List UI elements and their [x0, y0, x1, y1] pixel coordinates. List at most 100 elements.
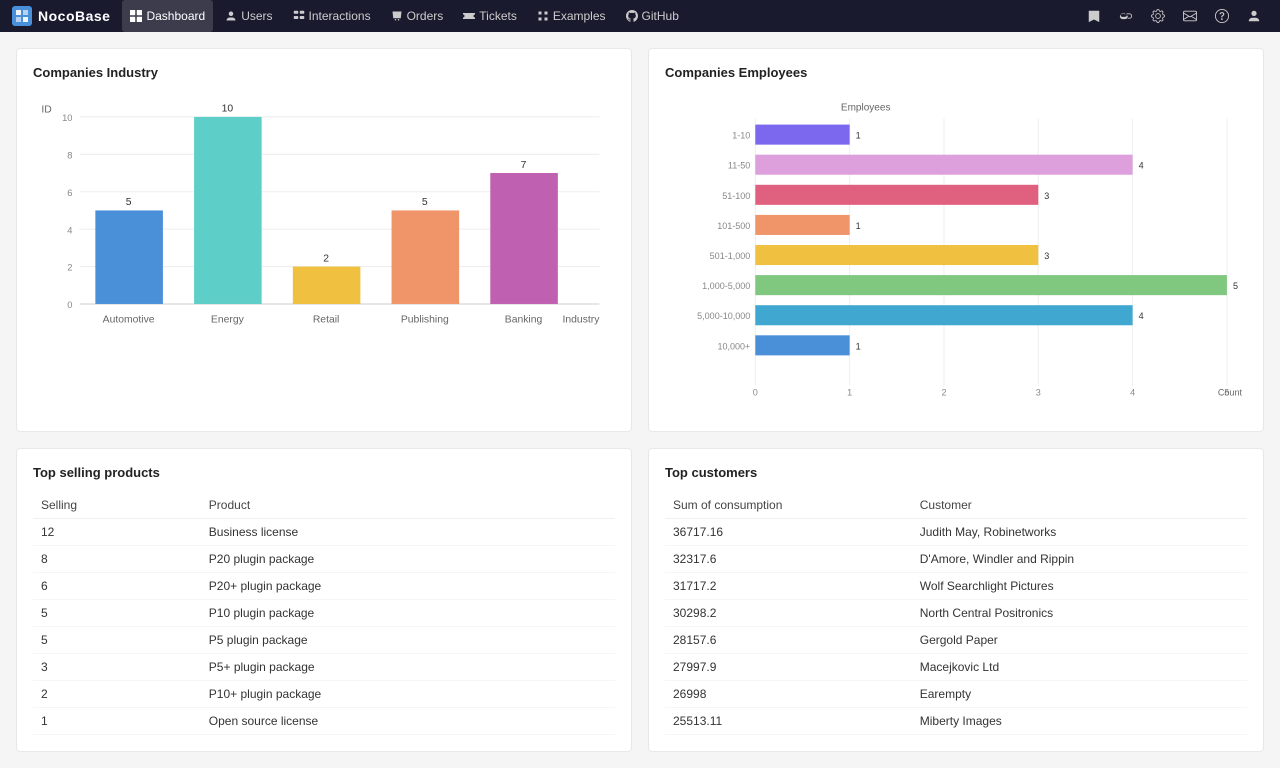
product-name: P5+ plugin package — [201, 654, 615, 681]
svg-text:4: 4 — [1130, 388, 1135, 398]
customer-name: Miberty Images — [912, 708, 1247, 735]
col-product-header: Product — [201, 492, 615, 519]
nav-github[interactable]: GitHub — [618, 0, 687, 32]
orders-icon — [391, 10, 403, 22]
svg-text:1: 1 — [856, 221, 861, 231]
nav-interactions-label: Interactions — [309, 9, 371, 23]
logo[interactable]: NocoBase — [12, 6, 110, 26]
table-row: 3 P5+ plugin package — [33, 654, 615, 681]
industry-bar-chart: ID 10 8 6 4 2 0 5 Automotive — [33, 92, 615, 412]
table-row: 6 P20+ plugin package — [33, 573, 615, 600]
navbar: NocoBase Dashboard Users Interactions Or… — [0, 0, 1280, 32]
svg-text:5,000-10,000: 5,000-10,000 — [697, 311, 750, 321]
table-row: 12 Business license — [33, 519, 615, 546]
svg-text:Employees: Employees — [841, 103, 891, 114]
table-row: 28157.6 Gergold Paper — [665, 627, 1247, 654]
table-row: 31717.2 Wolf Searchlight Pictures — [665, 573, 1247, 600]
logo-icon — [12, 6, 32, 26]
svg-text:6: 6 — [67, 188, 72, 198]
bar-5000-10000 — [755, 305, 1132, 325]
customer-name: North Central Positronics — [912, 600, 1247, 627]
table-row: 26998 Earempty — [665, 681, 1247, 708]
logo-text: NocoBase — [38, 8, 110, 24]
product-name: P5 plugin package — [201, 627, 615, 654]
bar-banking — [490, 173, 558, 304]
nav-dashboard[interactable]: Dashboard — [122, 0, 213, 32]
help-icon-btn[interactable] — [1208, 2, 1236, 30]
bar-1-10 — [755, 125, 849, 145]
bar-1000-5000 — [755, 275, 1227, 295]
top-customers-card: Top customers Sum of consumption Custome… — [648, 448, 1264, 752]
nav-tickets[interactable]: Tickets — [455, 0, 525, 32]
sum-value: 28157.6 — [665, 627, 912, 654]
col-sum-header: Sum of consumption — [665, 492, 912, 519]
companies-employees-title: Companies Employees — [665, 65, 1247, 80]
sum-value: 26998 — [665, 681, 912, 708]
user-avatar-icon-btn[interactable] — [1240, 2, 1268, 30]
companies-industry-card: Companies Industry ID 10 8 6 4 2 0 — [16, 48, 632, 432]
link-icon — [1119, 9, 1133, 23]
mail-icon-btn[interactable] — [1176, 2, 1204, 30]
nav-interactions[interactable]: Interactions — [285, 0, 379, 32]
svg-text:0: 0 — [67, 300, 72, 310]
product-name: P20 plugin package — [201, 546, 615, 573]
svg-text:Count: Count — [1218, 388, 1243, 398]
customer-name: D'Amore, Windler and Rippin — [912, 546, 1247, 573]
customer-name: Gergold Paper — [912, 627, 1247, 654]
svg-text:3: 3 — [1044, 251, 1049, 261]
user-avatar-icon — [1247, 9, 1261, 23]
companies-industry-chart: ID 10 8 6 4 2 0 5 Automotive — [33, 92, 615, 415]
table-row: 30298.2 North Central Positronics — [665, 600, 1247, 627]
sum-value: 27997.9 — [665, 654, 912, 681]
product-name: Open source license — [201, 708, 615, 735]
svg-text:0: 0 — [753, 388, 758, 398]
svg-text:5: 5 — [126, 197, 132, 208]
table-row: 5 P10 plugin package — [33, 600, 615, 627]
product-name: Business license — [201, 519, 615, 546]
link-icon-btn[interactable] — [1112, 2, 1140, 30]
customer-name: Judith May, Robinetworks — [912, 519, 1247, 546]
bar-51-100 — [755, 185, 1038, 205]
svg-text:8: 8 — [67, 150, 72, 160]
bar-automotive — [95, 210, 163, 304]
nav-dashboard-label: Dashboard — [146, 9, 205, 23]
sum-value: 36717.16 — [665, 519, 912, 546]
bar-10000plus — [755, 335, 849, 355]
top-customers-table: Sum of consumption Customer 36717.16 Jud… — [665, 492, 1247, 735]
help-icon — [1215, 9, 1229, 23]
nav-users[interactable]: Users — [217, 0, 280, 32]
nav-github-label: GitHub — [642, 9, 679, 23]
nav-examples-label: Examples — [553, 9, 606, 23]
table-row: 2 P10+ plugin package — [33, 681, 615, 708]
table-row: 32317.6 D'Amore, Windler and Rippin — [665, 546, 1247, 573]
svg-text:10,000+: 10,000+ — [717, 341, 750, 351]
bar-101-500 — [755, 215, 849, 235]
svg-text:101-500: 101-500 — [717, 221, 750, 231]
svg-text:Industry: Industry — [563, 315, 601, 326]
svg-text:Banking: Banking — [505, 315, 543, 326]
table-row: 25513.11 Miberty Images — [665, 708, 1247, 735]
top-selling-title: Top selling products — [33, 465, 615, 480]
svg-text:7: 7 — [521, 160, 527, 171]
svg-text:Retail: Retail — [313, 315, 340, 326]
customer-name: Earempty — [912, 681, 1247, 708]
nav-examples[interactable]: Examples — [529, 0, 614, 32]
svg-text:1,000-5,000: 1,000-5,000 — [702, 281, 750, 291]
settings-icon-btn[interactable] — [1144, 2, 1172, 30]
customer-name: Wolf Searchlight Pictures — [912, 573, 1247, 600]
product-name: P20+ plugin package — [201, 573, 615, 600]
bookmark-icon-btn[interactable] — [1080, 2, 1108, 30]
sum-value: 31717.2 — [665, 573, 912, 600]
product-name: P10+ plugin package — [201, 681, 615, 708]
top-customers-title: Top customers — [665, 465, 1247, 480]
svg-text:1: 1 — [856, 131, 861, 141]
tickets-icon — [463, 10, 475, 22]
selling-value: 2 — [33, 681, 201, 708]
companies-industry-title: Companies Industry — [33, 65, 615, 80]
sum-value: 25513.11 — [665, 708, 912, 735]
nav-orders[interactable]: Orders — [383, 0, 452, 32]
col-selling-header: Selling — [33, 492, 201, 519]
selling-value: 5 — [33, 627, 201, 654]
dashboard-icon — [130, 10, 142, 22]
svg-text:1-10: 1-10 — [732, 131, 750, 141]
